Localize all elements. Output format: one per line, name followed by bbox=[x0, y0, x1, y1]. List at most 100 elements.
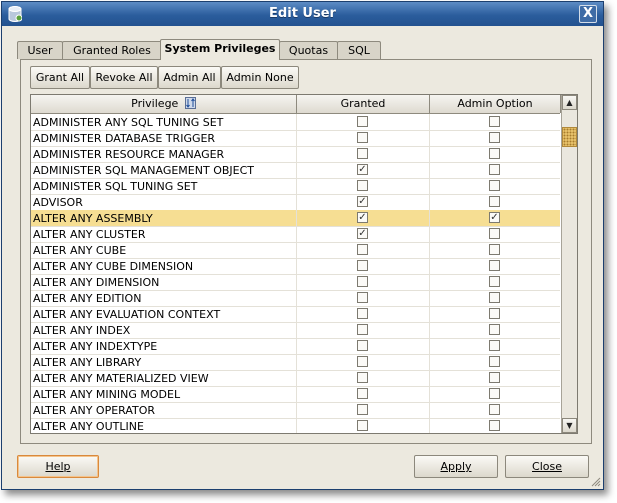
admin-option-checkbox[interactable] bbox=[489, 356, 500, 367]
column-divider bbox=[296, 290, 297, 306]
admin-option-checkbox[interactable] bbox=[489, 340, 500, 351]
admin-option-checkbox[interactable] bbox=[489, 372, 500, 383]
table-row[interactable]: ALTER ANY CLUSTER ✓ bbox=[31, 226, 560, 243]
table-row[interactable]: ALTER ANY LIBRARY bbox=[31, 354, 560, 371]
admin-option-checkbox[interactable] bbox=[489, 148, 500, 159]
admin-option-checkbox[interactable]: ✓ bbox=[489, 212, 500, 223]
column-divider bbox=[296, 338, 297, 354]
privilege-name: ALTER ANY DIMENSION bbox=[33, 276, 160, 289]
granted-checkbox[interactable] bbox=[357, 180, 368, 191]
scroll-thumb[interactable] bbox=[562, 127, 577, 147]
admin-option-checkbox[interactable] bbox=[489, 388, 500, 399]
revoke-all-button[interactable]: Revoke All bbox=[90, 66, 158, 89]
scroll-down-icon[interactable]: ▼ bbox=[562, 418, 577, 433]
admin-all-button[interactable]: Admin All bbox=[158, 66, 221, 89]
granted-column-header[interactable]: Granted bbox=[297, 95, 430, 113]
privilege-name: ADVISOR bbox=[33, 196, 83, 209]
granted-checkbox[interactable] bbox=[357, 404, 368, 415]
granted-checkbox[interactable] bbox=[357, 260, 368, 271]
granted-checkbox[interactable] bbox=[357, 292, 368, 303]
granted-checkbox[interactable] bbox=[357, 116, 368, 127]
scroll-up-icon[interactable]: ▲ bbox=[562, 95, 577, 110]
admin-option-checkbox[interactable] bbox=[489, 404, 500, 415]
grant-all-button[interactable]: Grant All bbox=[30, 66, 90, 89]
resize-grip-icon[interactable] bbox=[591, 477, 601, 487]
close-button[interactable]: Close bbox=[505, 455, 589, 478]
admin-option-checkbox[interactable] bbox=[489, 420, 500, 431]
granted-checkbox[interactable] bbox=[357, 324, 368, 335]
privilege-column-header[interactable]: Privilege bbox=[31, 95, 297, 113]
granted-checkbox[interactable] bbox=[357, 356, 368, 367]
table-row[interactable]: ALTER ANY MINING MODEL bbox=[31, 386, 560, 403]
help-button[interactable]: Help bbox=[17, 455, 99, 478]
apply-button[interactable]: Apply bbox=[414, 455, 498, 478]
table-row[interactable]: ADMINISTER SQL TUNING SET bbox=[31, 178, 560, 195]
admin-none-button[interactable]: Admin None bbox=[221, 66, 299, 89]
granted-checkbox[interactable]: ✓ bbox=[357, 164, 368, 175]
granted-checkbox[interactable]: ✓ bbox=[357, 212, 368, 223]
tab-system-privileges[interactable]: System Privileges bbox=[160, 39, 280, 60]
granted-checkbox[interactable] bbox=[357, 148, 368, 159]
granted-checkbox[interactable] bbox=[357, 340, 368, 351]
granted-checkbox[interactable]: ✓ bbox=[357, 196, 368, 207]
table-row[interactable]: ALTER ANY INDEX bbox=[31, 322, 560, 339]
admin-option-checkbox[interactable] bbox=[489, 260, 500, 271]
column-divider bbox=[429, 130, 430, 146]
column-divider bbox=[296, 274, 297, 290]
table-row[interactable]: ADMINISTER SQL MANAGEMENT OBJECT ✓ bbox=[31, 162, 560, 179]
table-row[interactable]: ALTER ANY CUBE bbox=[31, 242, 560, 259]
admin-option-checkbox[interactable] bbox=[489, 132, 500, 143]
granted-checkbox[interactable]: ✓ bbox=[357, 228, 368, 239]
granted-checkbox[interactable] bbox=[357, 244, 368, 255]
admin-option-column-header[interactable]: Admin Option bbox=[430, 95, 561, 113]
granted-checkbox[interactable] bbox=[357, 276, 368, 287]
admin-option-checkbox[interactable] bbox=[489, 308, 500, 319]
table-row[interactable]: ALTER ANY MATERIALIZED VIEW bbox=[31, 370, 560, 387]
column-divider bbox=[429, 354, 430, 370]
tab-granted-roles[interactable]: Granted Roles bbox=[62, 41, 162, 59]
privilege-name: ALTER ANY LIBRARY bbox=[33, 356, 142, 369]
close-window-button[interactable]: X bbox=[579, 5, 597, 23]
column-divider bbox=[296, 210, 297, 226]
column-divider bbox=[429, 226, 430, 242]
privilege-name: ALTER ANY CLUSTER bbox=[33, 228, 146, 241]
table-row[interactable]: ALTER ANY EVALUATION CONTEXT bbox=[31, 306, 560, 323]
column-divider bbox=[429, 242, 430, 258]
admin-option-checkbox[interactable] bbox=[489, 276, 500, 287]
table-row[interactable]: ALTER ANY OPERATOR bbox=[31, 402, 560, 419]
admin-option-checkbox[interactable] bbox=[489, 292, 500, 303]
table-row[interactable]: ALTER ANY DIMENSION bbox=[31, 274, 560, 291]
privilege-name: ALTER ANY CUBE bbox=[33, 244, 127, 257]
tab-sql[interactable]: SQL bbox=[337, 41, 381, 59]
admin-option-checkbox[interactable] bbox=[489, 324, 500, 335]
admin-option-checkbox[interactable] bbox=[489, 116, 500, 127]
granted-checkbox[interactable] bbox=[357, 420, 368, 431]
tab-quotas[interactable]: Quotas bbox=[279, 41, 338, 59]
admin-option-checkbox[interactable] bbox=[489, 180, 500, 191]
table-row[interactable]: ADMINISTER RESOURCE MANAGER bbox=[31, 146, 560, 163]
column-divider bbox=[429, 306, 430, 322]
table-row[interactable]: ADVISOR ✓ bbox=[31, 194, 560, 211]
privilege-name: ADMINISTER SQL MANAGEMENT OBJECT bbox=[33, 164, 254, 177]
title-bar[interactable]: Edit User X bbox=[2, 2, 603, 26]
admin-option-checkbox[interactable] bbox=[489, 228, 500, 239]
table-row[interactable]: ALTER ANY EDITION bbox=[31, 290, 560, 307]
table-row[interactable]: ALTER ANY OUTLINE bbox=[31, 418, 560, 433]
privilege-name: ALTER ANY EVALUATION CONTEXT bbox=[33, 308, 221, 321]
granted-checkbox[interactable] bbox=[357, 372, 368, 383]
admin-option-checkbox[interactable] bbox=[489, 164, 500, 175]
table-row[interactable]: ALTER ANY CUBE DIMENSION bbox=[31, 258, 560, 275]
table-row[interactable]: ADMINISTER ANY SQL TUNING SET bbox=[31, 114, 560, 131]
table-row[interactable]: ALTER ANY ASSEMBLY ✓ ✓ bbox=[31, 210, 560, 227]
granted-checkbox[interactable] bbox=[357, 308, 368, 319]
table-row[interactable]: ALTER ANY INDEXTYPE bbox=[31, 338, 560, 355]
admin-option-checkbox[interactable] bbox=[489, 196, 500, 207]
sort-icon[interactable] bbox=[184, 97, 196, 109]
granted-checkbox[interactable] bbox=[357, 132, 368, 143]
tab-user[interactable]: User bbox=[17, 41, 63, 59]
granted-checkbox[interactable] bbox=[357, 388, 368, 399]
admin-option-checkbox[interactable] bbox=[489, 244, 500, 255]
table-row[interactable]: ADMINISTER DATABASE TRIGGER bbox=[31, 130, 560, 147]
column-divider bbox=[296, 146, 297, 162]
vertical-scrollbar[interactable]: ▲ ▼ bbox=[561, 95, 577, 433]
